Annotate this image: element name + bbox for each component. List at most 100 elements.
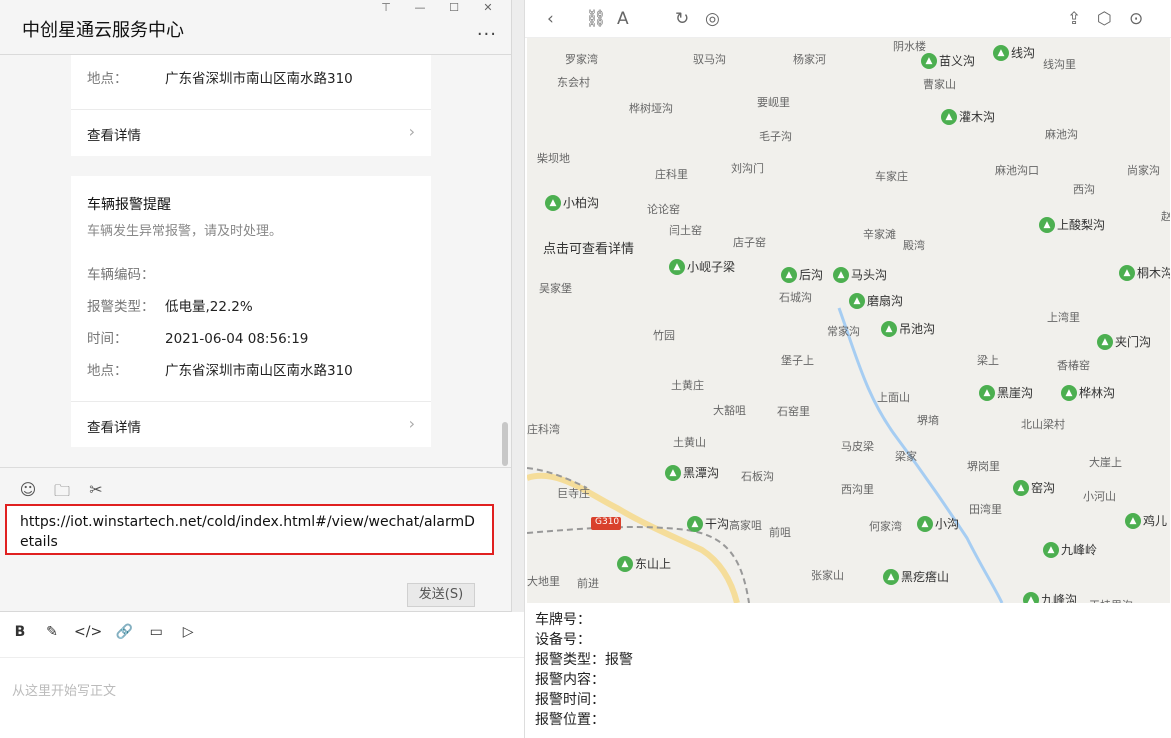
map-poi[interactable]: ▲ 黑潭沟 — [665, 464, 719, 481]
map-place-label: 香椿窑 — [1057, 359, 1090, 372]
close-icon[interactable]: ✕ — [471, 0, 505, 14]
link-icon[interactable]: 🔗 — [114, 624, 134, 640]
view-details-link[interactable]: 查看详情 › — [71, 109, 431, 155]
map-place-label: 吴家堡 — [539, 282, 572, 295]
info-row: 地点： 广东省深圳市南山区南水路310 — [87, 359, 353, 379]
message-input[interactable]: https://iot.winstartech.net/cold/index.h… — [5, 504, 494, 555]
map-poi[interactable]: ▲ 小岘子梁 — [669, 258, 735, 275]
map-place-label: 线沟里 — [1043, 58, 1076, 71]
maximize-icon[interactable]: ☐ — [437, 0, 471, 14]
mountain-pin-icon: ▲ — [545, 194, 561, 211]
view-details-link[interactable]: 查看详情 › — [71, 401, 431, 447]
map-view[interactable]: G310 罗家湾 驭马沟 杨家河 阴水楼 线沟里 东会村 曹家山 桦树垭沟 要岘里 毛子沟 麻池沟柴… — [527, 38, 1170, 603]
chevron-right-icon: › — [408, 414, 415, 433]
chat-window: 中创星通云服务中心 ⊤ — ☐ ✕ ··· 地点： 广东省深圳市南山区南水路310… — [0, 0, 512, 612]
alarm-time: 报警时间： — [535, 692, 605, 708]
alarm-content: 报警内容： — [535, 672, 605, 688]
message-feed[interactable]: 地点： 广东省深圳市南山区南水路310 查看详情 › 车辆报警提醒 车辆发生异常报… — [0, 55, 511, 467]
more-options-icon[interactable]: ··· — [477, 24, 497, 45]
poi-label: 黑潭沟 — [683, 466, 720, 480]
map-poi[interactable]: ▲ 灌木沟 — [941, 108, 995, 125]
map-panel: ‹ ⛓ A ↻ ◎ ⇪ ⬡ ⊙ G310 罗家湾 驭马沟 杨家河 阴水楼 线沟里 东会村曹… — [524, 0, 1171, 738]
map-poi[interactable]: ▲ 桦林沟 — [1061, 384, 1115, 401]
mountain-pin-icon: ▲ — [1043, 541, 1059, 558]
back-icon[interactable]: ‹ — [547, 9, 554, 29]
composer-toolbar: ☺ 🗀 ✂ — [18, 480, 106, 507]
poi-label: 桐木沟 — [1137, 266, 1170, 280]
map-poi[interactable]: ▲ 上酸梨沟 — [1039, 216, 1105, 233]
map-place-label: 石窑里 — [777, 405, 810, 418]
mountain-pin-icon: ▲ — [979, 384, 995, 401]
map-poi[interactable]: ▲ 吊池沟 — [881, 320, 935, 337]
link-icon[interactable]: ⛓ — [585, 9, 607, 29]
mountain-pin-icon: ▲ — [1125, 512, 1141, 529]
map-poi[interactable]: ▲ 马头沟 — [833, 266, 887, 283]
map-place-label: 巨寺庄 — [557, 487, 590, 500]
map-place-label: 常家沟 — [827, 325, 860, 338]
scrollbar[interactable] — [502, 422, 508, 466]
map-poi[interactable]: ▲ 鸡儿 — [1125, 512, 1167, 529]
miniprogram-icon[interactable]: ⊙ — [1129, 9, 1143, 29]
chat-title: 中创星通云服务中心 — [22, 20, 184, 41]
pin-icon[interactable]: ⊤ — [369, 0, 403, 14]
map-place-label: 梁家 — [895, 450, 917, 463]
image-icon[interactable]: ▭ — [146, 624, 166, 640]
map-place-label: 庄科湾 — [527, 423, 560, 436]
map-place-label: 曹家山 — [923, 78, 956, 91]
map-poi[interactable]: ▲ 窑沟 — [1013, 479, 1055, 496]
map-place-label: 店子窑 — [733, 236, 766, 249]
map-poi[interactable]: ▲ 九峰岭 — [1043, 541, 1097, 558]
cube-icon[interactable]: ⬡ — [1097, 9, 1112, 29]
map-place-label: 石城沟 — [779, 291, 812, 304]
map-place-label: 麻池沟口 — [995, 164, 1039, 177]
emoji-icon[interactable]: ☺ — [18, 480, 38, 507]
map-place-label: 梁上 — [977, 354, 999, 367]
map-poi[interactable]: ▲ 线沟 — [993, 44, 1035, 61]
alarm-card: 车辆报警提醒 车辆发生异常报警，请及时处理。 车辆编码： 报警类型： 低电量,22… — [71, 176, 431, 447]
map-place-label: 前进 — [577, 577, 599, 590]
map-place-label: 小河山 — [1083, 490, 1116, 503]
mountain-pin-icon: ▲ — [921, 52, 937, 69]
scissors-icon[interactable]: ✂ — [86, 480, 106, 507]
mountain-pin-icon: ▲ — [883, 568, 899, 585]
map-poi[interactable]: ▲ 黑疙瘩山 — [883, 568, 949, 585]
map-poi[interactable]: ▲ 后沟 — [781, 266, 823, 283]
map-poi[interactable]: ▲ 小柏沟 — [545, 194, 599, 211]
map-poi[interactable]: ▲ 桐木沟 — [1119, 264, 1170, 281]
map-poi[interactable]: ▲ 黑崖沟 — [979, 384, 1033, 401]
map-poi[interactable]: ▲ 小沟 — [917, 515, 959, 532]
refresh-icon[interactable]: ↻ — [675, 9, 689, 29]
minimize-icon[interactable]: — — [403, 0, 437, 14]
font-size-icon[interactable]: A — [617, 9, 629, 29]
poi-label: 后沟 — [799, 268, 824, 282]
poi-label: 鸡儿 — [1143, 514, 1168, 528]
pen-icon[interactable]: ✎ — [42, 624, 62, 640]
poi-label: 干沟 — [705, 517, 730, 531]
map-place-label: 北山梁村 — [1021, 418, 1065, 431]
poi-label: 马头沟 — [851, 268, 888, 282]
map-poi[interactable]: ▲ 九峰沟 — [1023, 591, 1077, 603]
code-icon[interactable]: </> — [74, 624, 102, 640]
mountain-pin-icon: ▲ — [1119, 264, 1135, 281]
map-place-label: 堺墒 — [917, 414, 939, 427]
map-place-label: 赵 — [1161, 210, 1170, 223]
compass-icon[interactable]: ◎ — [705, 9, 720, 29]
map-place-label: 车家庄 — [875, 170, 908, 183]
send-button[interactable]: 发送(S) — [407, 583, 475, 607]
alarm-info: 车牌号： 设备号： 报警类型：报警 报警内容： 报警时间： 报警位置： — [535, 610, 633, 730]
map-poi[interactable]: ▲ 干沟 — [687, 515, 729, 532]
editor-body-placeholder[interactable]: 从这里开始写正文 — [12, 680, 116, 699]
map-place-label: 闫土窑 — [669, 224, 702, 237]
video-icon[interactable]: ▷ — [178, 624, 198, 640]
map-poi[interactable]: ▲ 苗义沟 — [921, 52, 975, 69]
map-poi[interactable]: ▲ 东山上 — [617, 555, 671, 572]
poi-label: 苗义沟 — [939, 54, 976, 68]
folder-icon[interactable]: 🗀 — [52, 480, 72, 507]
bold-icon[interactable]: B — [10, 624, 30, 640]
share-icon[interactable]: ⇪ — [1067, 9, 1081, 29]
map-place-label: 桦树垭沟 — [629, 102, 673, 115]
map-poi[interactable]: ▲ 夹门沟 — [1097, 333, 1151, 350]
map-poi[interactable]: ▲ 磨扇沟 — [849, 292, 903, 309]
mountain-pin-icon: ▲ — [1013, 479, 1029, 496]
mountain-pin-icon: ▲ — [993, 44, 1009, 61]
